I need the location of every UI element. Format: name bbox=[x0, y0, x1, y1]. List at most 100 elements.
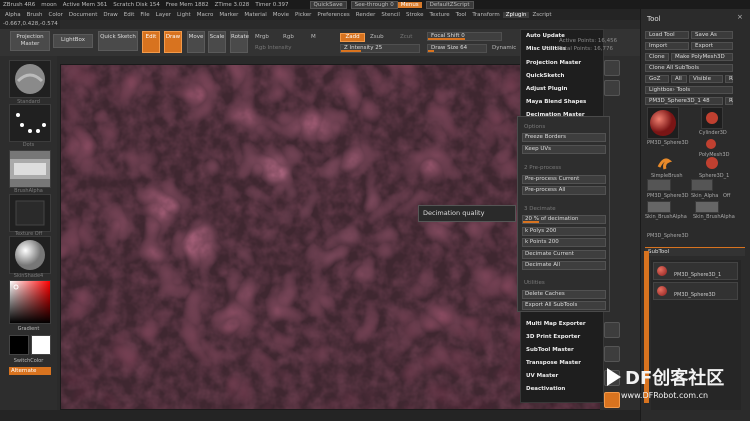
load-tool-button[interactable]: Load Tool bbox=[645, 31, 689, 39]
move-button[interactable]: Move bbox=[187, 31, 205, 53]
main-color-swatch[interactable] bbox=[9, 335, 29, 355]
decimate-current-button[interactable]: Decimate Current bbox=[522, 250, 606, 259]
close-icon[interactable]: × bbox=[737, 13, 745, 21]
menu-color[interactable]: Color bbox=[46, 12, 66, 18]
points-slider[interactable]: k Points 200 bbox=[522, 238, 606, 247]
tool-thumb-skin-brushalpha[interactable] bbox=[647, 201, 671, 213]
transpose-master-item[interactable]: Transpose Master bbox=[526, 360, 581, 366]
bpr-icon[interactable] bbox=[604, 60, 620, 76]
menu-material[interactable]: Material bbox=[241, 12, 269, 18]
menu-stencil[interactable]: Stencil bbox=[378, 12, 403, 18]
texture-selector[interactable] bbox=[9, 194, 51, 232]
quick-sketch-button[interactable]: Quick Sketch bbox=[98, 31, 138, 51]
deactivation-item[interactable]: Deactivation bbox=[526, 386, 565, 392]
menu-draw[interactable]: Draw bbox=[100, 12, 120, 18]
clone-all-subtools-button[interactable]: Clone All SubTools bbox=[645, 64, 733, 72]
switch-color-button[interactable]: SwitchColor bbox=[0, 358, 57, 364]
secondary-color-swatch[interactable] bbox=[31, 335, 51, 355]
menu-transform[interactable]: Transform bbox=[469, 12, 502, 18]
subtool-row[interactable]: PM3D_Sphere3D bbox=[653, 282, 738, 300]
menu-macro[interactable]: Macro bbox=[194, 12, 217, 18]
zsub-toggle[interactable]: Zsub bbox=[370, 34, 384, 40]
menu-alpha[interactable]: Alpha bbox=[2, 12, 24, 18]
scale-button[interactable]: Scale bbox=[208, 31, 226, 53]
see-through-slider[interactable]: See-through 0 bbox=[350, 0, 398, 9]
preprocess-current-button[interactable]: Pre-process Current bbox=[522, 175, 606, 184]
mrgb-toggle[interactable]: Mrgb bbox=[255, 34, 269, 40]
current-tool-r-button[interactable]: R bbox=[725, 97, 733, 105]
tool-thumb-pm3d-sphere[interactable] bbox=[647, 107, 679, 139]
zoom-view-icon[interactable] bbox=[604, 346, 620, 362]
tool-thumb-simplebrush[interactable] bbox=[655, 155, 673, 171]
export-button[interactable]: Export bbox=[691, 42, 733, 50]
zcut-toggle[interactable]: Zcut bbox=[400, 34, 412, 40]
material-selector[interactable] bbox=[9, 236, 51, 274]
subtool-row[interactable]: PM3D_Sphere3D_1 bbox=[653, 262, 738, 280]
polys-slider[interactable]: k Polys 200 bbox=[522, 227, 606, 236]
color-picker[interactable] bbox=[9, 280, 51, 324]
multi-map-exporter-item[interactable]: Multi Map Exporter bbox=[526, 321, 586, 327]
menu-document[interactable]: Document bbox=[66, 12, 101, 18]
export-all-subtools-button[interactable]: Export All SubTools bbox=[522, 301, 606, 310]
delete-caches-button[interactable]: Delete Caches bbox=[522, 290, 606, 299]
projection-master-button[interactable]: Projection Master bbox=[10, 31, 50, 51]
menu-picker[interactable]: Picker bbox=[292, 12, 314, 18]
menus-button[interactable]: Menus bbox=[397, 1, 422, 8]
menu-file[interactable]: File bbox=[137, 12, 152, 18]
lightbox-button[interactable]: LightBox bbox=[53, 34, 93, 48]
tool-thumb-skin-alpha[interactable] bbox=[691, 179, 713, 191]
zadd-toggle[interactable]: Zadd bbox=[340, 33, 365, 42]
draw-size-slider[interactable]: Draw Size 64 bbox=[427, 44, 487, 53]
r-button[interactable]: R bbox=[725, 75, 733, 83]
menu-edit[interactable]: Edit bbox=[121, 12, 138, 18]
menu-texture[interactable]: Texture bbox=[427, 12, 453, 18]
dynamic-toggle[interactable]: Dynamic bbox=[492, 45, 516, 51]
save-as-button[interactable]: Save As bbox=[691, 31, 733, 39]
menu-zplugin[interactable]: Zplugin bbox=[502, 11, 530, 18]
default-zscript-button[interactable]: DefaultZScript bbox=[425, 0, 474, 9]
keep-uvs-toggle[interactable]: Keep UVs bbox=[522, 145, 606, 154]
menu-movie[interactable]: Movie bbox=[270, 12, 292, 18]
quicksketch-item[interactable]: QuickSketch bbox=[526, 73, 564, 79]
freeze-borders-toggle[interactable]: Freeze Borders bbox=[522, 133, 606, 142]
make-polymesh-button[interactable]: Make PolyMesh3D bbox=[671, 53, 733, 61]
menu-brush[interactable]: Brush bbox=[24, 12, 46, 18]
decimation-percent-slider[interactable]: 20 % of decimation bbox=[522, 215, 606, 224]
m-toggle[interactable]: M bbox=[311, 34, 316, 40]
maya-blend-shapes-item[interactable]: Maya Blend Shapes bbox=[526, 99, 586, 105]
menu-render[interactable]: Render bbox=[353, 12, 379, 18]
subtool-heading[interactable]: SubTool bbox=[645, 247, 745, 256]
menu-marker[interactable]: Marker bbox=[216, 12, 241, 18]
tool-thumb-cylinder[interactable] bbox=[701, 107, 723, 129]
tool-thumb-skin-brushalpha-2[interactable] bbox=[695, 201, 719, 213]
brush-selector[interactable] bbox=[9, 60, 51, 98]
focal-shift-slider[interactable]: Focal Shift 0 bbox=[427, 32, 502, 41]
decimate-all-button[interactable]: Decimate All bbox=[522, 261, 606, 270]
z-intensity-slider[interactable]: Z Intensity 25 bbox=[340, 44, 420, 53]
edit-button[interactable]: Edit bbox=[142, 31, 160, 53]
visible-button[interactable]: Visible bbox=[689, 75, 723, 83]
stroke-selector[interactable] bbox=[9, 104, 51, 142]
clone-button[interactable]: Clone bbox=[645, 53, 669, 61]
alpha-selector[interactable] bbox=[9, 150, 51, 188]
tool-thumb-pm3d-sphere-2[interactable] bbox=[647, 179, 671, 191]
quicksave-button[interactable]: QuickSave bbox=[309, 0, 347, 9]
spix-icon[interactable] bbox=[604, 80, 620, 96]
adjust-plugin-item[interactable]: Adjust Plugin bbox=[526, 86, 567, 92]
current-tool-slider[interactable]: PM3D_Sphere3D_1 48 bbox=[645, 97, 723, 105]
rgb-toggle[interactable]: Rgb bbox=[283, 34, 294, 40]
menu-zscript[interactable]: Zscript bbox=[529, 12, 554, 18]
rotate-button[interactable]: Rotate bbox=[230, 31, 249, 53]
uv-master-item[interactable]: UV Master bbox=[526, 373, 558, 379]
menu-light[interactable]: Light bbox=[174, 12, 194, 18]
import-button[interactable]: Import bbox=[645, 42, 689, 50]
menu-stroke[interactable]: Stroke bbox=[403, 12, 427, 18]
3d-print-exporter-item[interactable]: 3D Print Exporter bbox=[526, 334, 580, 340]
goz-button[interactable]: GoZ bbox=[645, 75, 669, 83]
menu-layer[interactable]: Layer bbox=[153, 12, 174, 18]
menu-tool[interactable]: Tool bbox=[453, 12, 470, 18]
subtool-master-item[interactable]: SubTool Master bbox=[526, 347, 574, 353]
tool-thumb-polymesh[interactable] bbox=[701, 137, 723, 151]
preprocess-all-button[interactable]: Pre-process All bbox=[522, 186, 606, 195]
rgb-intensity-slider[interactable]: Rgb Intensity bbox=[255, 45, 292, 51]
